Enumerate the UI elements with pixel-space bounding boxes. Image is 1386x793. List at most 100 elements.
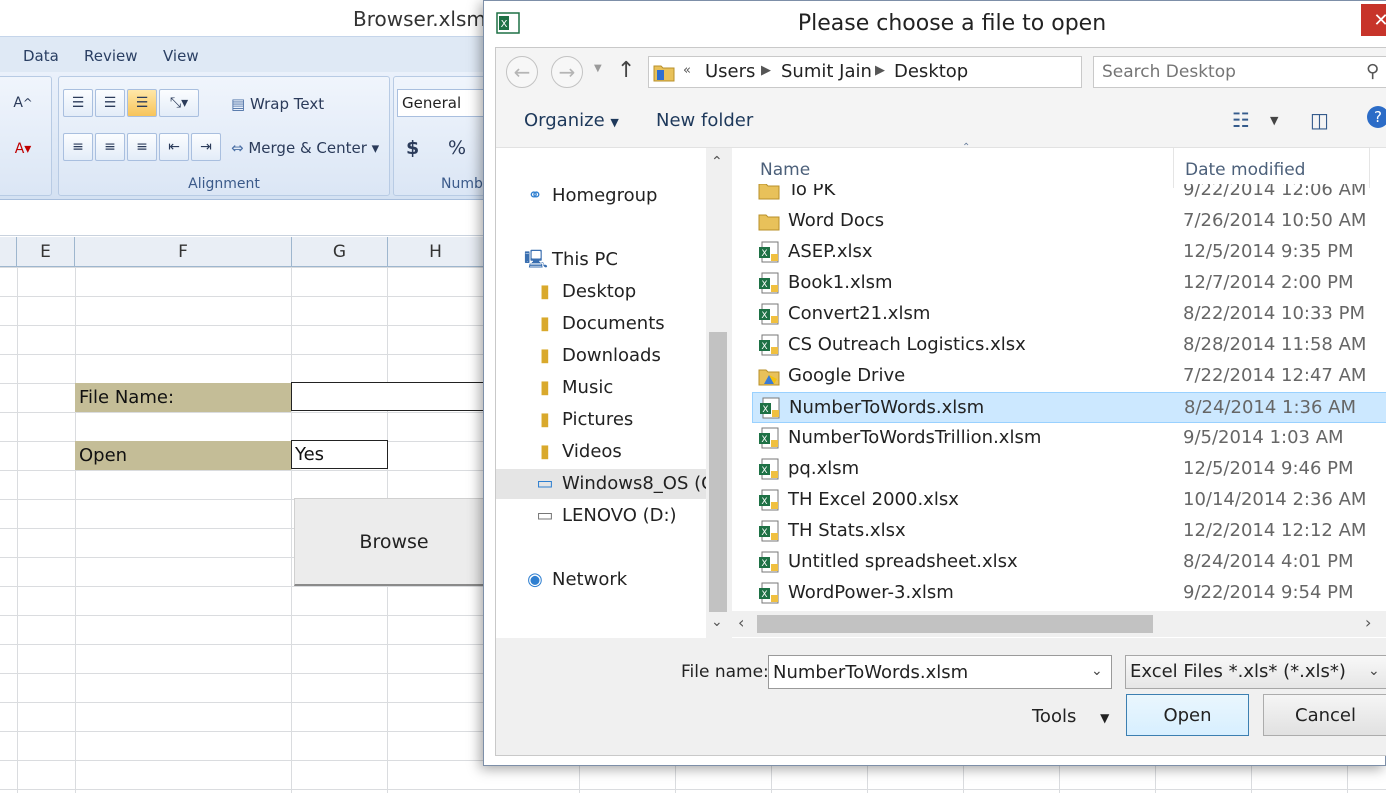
file-name: Convert21.xlsm (788, 303, 931, 324)
up-button[interactable]: ↑ (617, 58, 635, 83)
merge-center-button[interactable]: ⇔ Merge & Center ▾ (231, 139, 379, 157)
align-middle-icon[interactable]: ☰ (95, 89, 125, 117)
file-row[interactable]: X ASEP.xlsx 12/5/2014 9:35 PM (752, 237, 1386, 268)
column-header-e[interactable]: E (17, 237, 75, 267)
tab-review[interactable]: Review (84, 47, 138, 65)
chevron-right-icon[interactable]: ▶ (761, 63, 771, 78)
view-options-icon[interactable]: ☷ (1232, 108, 1250, 132)
file-row[interactable]: X Book1.xlsm 12/7/2014 2:00 PM (752, 268, 1386, 299)
help-icon[interactable]: ? (1367, 106, 1386, 128)
organize-button[interactable]: Organize ▼ (524, 110, 619, 131)
file-row[interactable]: Word Docs 7/26/2014 10:50 AM (752, 206, 1386, 237)
nav-item-network[interactable]: ◉ Network (524, 565, 627, 595)
forward-button[interactable]: → (551, 56, 583, 88)
tab-view[interactable]: View (163, 47, 199, 65)
preview-pane-icon[interactable]: ◫ (1310, 108, 1329, 132)
currency-button[interactable]: $ (406, 137, 419, 159)
scrollbar-thumb[interactable] (709, 332, 727, 612)
file-row[interactable]: X TH Stats.xlsx 12/2/2014 12:12 AM (752, 516, 1386, 547)
align-center-icon[interactable]: ≡ (95, 133, 125, 161)
svg-text:X: X (761, 590, 767, 600)
file-row[interactable]: To PK 9/22/2014 12:06 AM (752, 184, 1386, 206)
close-button[interactable]: ✕ (1361, 4, 1386, 36)
view-dropdown-icon[interactable]: ▼ (1270, 114, 1278, 127)
svg-text:X: X (761, 528, 767, 538)
file-date-modified: 8/24/2014 1:36 AM (1184, 397, 1357, 418)
column-divider[interactable] (1173, 148, 1174, 188)
scroll-down-icon[interactable]: ⌄ (711, 614, 723, 630)
scroll-up-icon[interactable]: ⌃ (711, 154, 723, 170)
nav-item-downloads[interactable]: ▮ Downloads (534, 341, 661, 371)
open-value-cell[interactable]: Yes (291, 440, 388, 469)
search-icon[interactable]: ⚲ (1366, 61, 1379, 82)
tab-data[interactable]: Data (23, 47, 59, 65)
column-name[interactable]: Name (760, 160, 810, 180)
file-name: WordPower-3.xlsm (788, 582, 954, 603)
browse-button[interactable]: Browse (294, 498, 494, 586)
chevron-down-icon[interactable]: ⌄ (1091, 663, 1103, 679)
file-row[interactable]: Google Drive 7/22/2014 12:47 AM (752, 361, 1386, 392)
align-right-icon[interactable]: ≡ (127, 133, 157, 161)
back-button[interactable]: ← (506, 56, 538, 88)
nav-item-pictures[interactable]: ▮ Pictures (534, 405, 633, 435)
search-input[interactable] (1102, 60, 1352, 84)
align-top-icon[interactable]: ☰ (63, 89, 93, 117)
file-name-cell[interactable] (291, 382, 491, 411)
file-row[interactable]: Xpq.xlsm 12/5/2014 9:46 PM (752, 454, 1386, 485)
file-name-input[interactable] (773, 661, 1073, 683)
tools-dropdown[interactable]: Tools ▼ (1032, 706, 1109, 727)
percent-button[interactable]: % (448, 137, 466, 159)
address-bar[interactable]: « Users ▶ Sumit Jain ▶ Desktop ⌄ ↻ (648, 56, 1228, 88)
decrease-indent-icon[interactable]: ⇤ (159, 133, 189, 161)
excel-file-icon: X (759, 272, 779, 294)
column-header-f[interactable]: F (75, 237, 292, 267)
breadcrumb-desktop[interactable]: Desktop (894, 61, 968, 82)
column-date-modified[interactable]: Date modified (1185, 160, 1305, 180)
overflow-chevron-icon[interactable]: « (683, 63, 691, 78)
scroll-right-icon[interactable]: › (1365, 613, 1371, 632)
file-row[interactable]: X Untitled spreadsheet.xlsx 8/24/2014 4:01… (752, 547, 1386, 578)
open-button[interactable]: Open (1126, 694, 1249, 736)
nav-item-documents[interactable]: ▮ Documents (534, 309, 665, 339)
dialog-title-bar[interactable]: X Please choose a file to open ✕ (484, 1, 1386, 47)
column-header-h[interactable]: H (388, 237, 484, 267)
align-left-icon[interactable]: ≡ (63, 133, 93, 161)
column-divider[interactable] (1369, 148, 1370, 188)
nav-item-windows8-os[interactable]: ▭ Windows8_OS (C: (496, 469, 720, 499)
file-row[interactable]: X TH Excel 2000.xlsx 10/14/2014 2:36 AM (752, 485, 1386, 516)
search-box[interactable]: ⚲ (1093, 56, 1386, 88)
file-row[interactable]: X WordPower-3.xlsm 9/22/2014 9:54 PM (752, 578, 1386, 608)
scrollbar-thumb[interactable] (757, 615, 1153, 633)
breadcrumb-user[interactable]: Sumit Jain (781, 61, 872, 82)
file-row[interactable]: X CS Outreach Logistics.xlsx 8/28/2014 11:… (752, 330, 1386, 361)
scroll-left-icon[interactable]: ‹ (738, 613, 744, 632)
recent-locations-dropdown[interactable]: ▼ (594, 63, 602, 74)
column-header-g[interactable]: G (292, 237, 388, 267)
file-name: Book1.xlsm (788, 272, 893, 293)
align-bottom-icon[interactable]: ☰ (127, 89, 157, 117)
new-folder-button[interactable]: New folder (656, 110, 753, 131)
file-row[interactable]: X NumberToWords.xlsm 8/24/2014 1:36 AM (752, 392, 1386, 423)
number-format-select[interactable]: General (397, 89, 497, 117)
cancel-button[interactable]: Cancel (1263, 694, 1386, 736)
navigation-pane-scrollbar[interactable]: ⌃ ⌄ (706, 148, 730, 638)
increase-indent-icon[interactable]: ⇥ (191, 133, 221, 161)
file-type-select[interactable]: Excel Files *.xls* (*.xls*) ⌄ (1125, 655, 1386, 689)
nav-item-homegroup[interactable]: ⚭ Homegroup (524, 181, 657, 211)
wrap-text-button[interactable]: ▤ Wrap Text (231, 95, 324, 113)
file-name-combobox[interactable]: ⌄ (768, 655, 1112, 689)
font-size-increase-icon[interactable]: A ^ (1, 89, 45, 117)
nav-item-videos[interactable]: ▮ Videos (534, 437, 622, 467)
chevron-right-icon[interactable]: ▶ (875, 63, 885, 78)
nav-item-desktop[interactable]: ▮ Desktop (534, 277, 636, 307)
file-list-horizontal-scrollbar[interactable]: ‹ › (732, 611, 1386, 637)
nav-item-lenovo[interactable]: ▭ LENOVO (D:) (534, 501, 676, 531)
column-header[interactable] (0, 237, 17, 267)
nav-item-music[interactable]: ▮ Music (534, 373, 613, 403)
file-row[interactable]: X Convert21.xlsm 8/22/2014 10:33 PM (752, 299, 1386, 330)
font-color-icon[interactable]: A▾ (1, 135, 45, 163)
breadcrumb-users[interactable]: Users (705, 61, 755, 82)
orientation-icon[interactable]: ⤡▾ (159, 89, 199, 117)
file-row[interactable]: X NumberToWordsTrillion.xlsm 9/5/2014 1:03… (752, 423, 1386, 454)
nav-item-this-pc[interactable]: 🖳 This PC (524, 245, 618, 275)
